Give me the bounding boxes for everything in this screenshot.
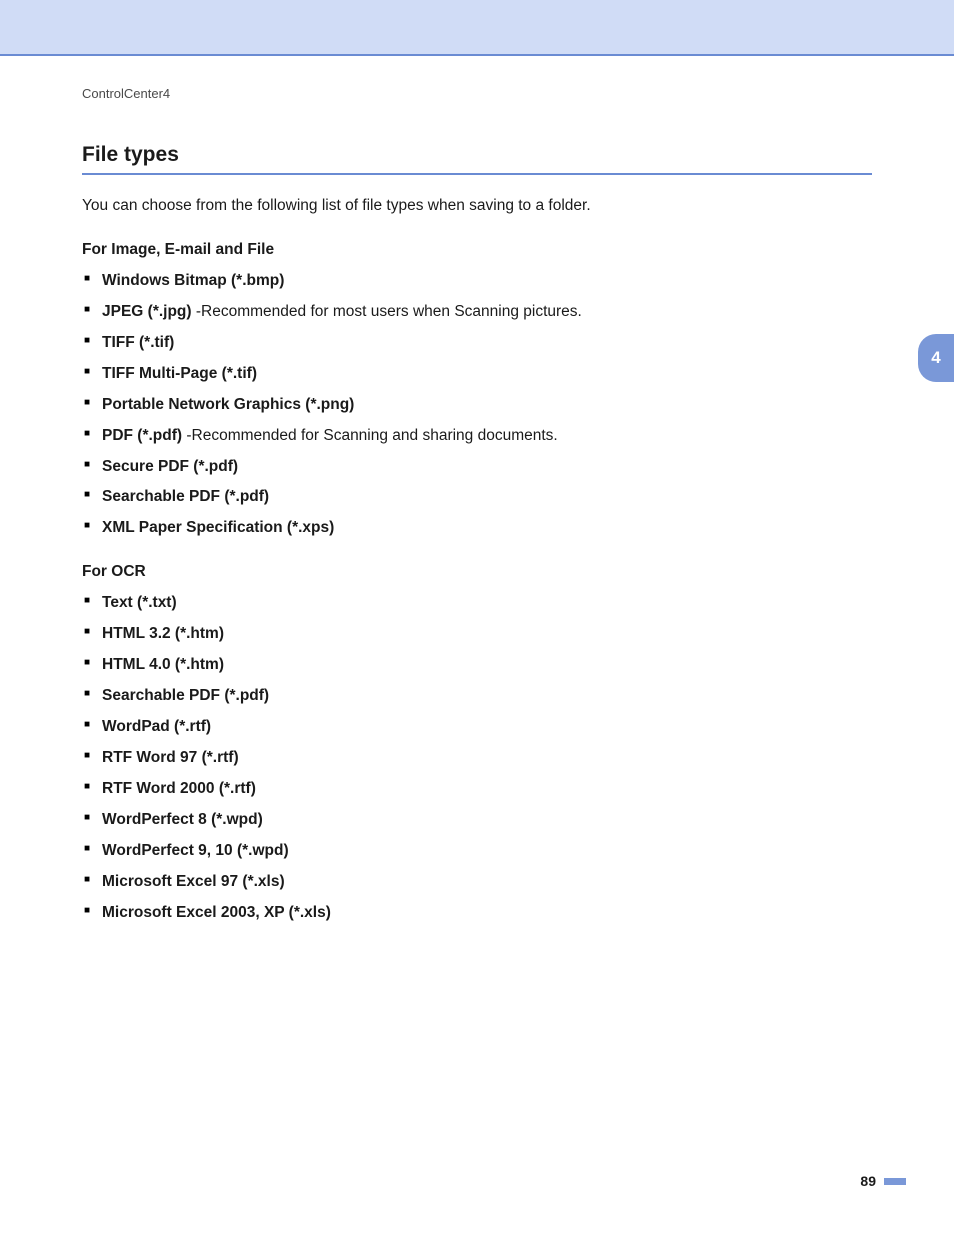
list-item-bold: HTML 3.2 (*.htm)	[102, 625, 224, 642]
list-item-bold: XML Paper Specification (*.xps)	[102, 519, 334, 536]
list-item-rest: -Recommended for Scanning and sharing do…	[182, 427, 558, 444]
group2-heading: For OCR	[82, 563, 872, 581]
list-item: Microsoft Excel 2003, XP (*.xls)	[82, 903, 872, 924]
list-item: Portable Network Graphics (*.png)	[82, 395, 872, 416]
chapter-number: 4	[931, 348, 940, 368]
list-item: Microsoft Excel 97 (*.xls)	[82, 872, 872, 893]
list-item-bold: Portable Network Graphics (*.png)	[102, 396, 354, 413]
list-item: Text (*.txt)	[82, 593, 872, 614]
list-item-rest: -Recommended for most users when Scannin…	[192, 303, 582, 320]
list-item: WordPad (*.rtf)	[82, 717, 872, 738]
list-item-bold: Secure PDF (*.pdf)	[102, 458, 238, 475]
list-item-bold: WordPerfect 8 (*.wpd)	[102, 811, 263, 828]
list-item: Searchable PDF (*.pdf)	[82, 487, 872, 508]
list-item: WordPerfect 9, 10 (*.wpd)	[82, 841, 872, 862]
list-item: PDF (*.pdf) -Recommended for Scanning an…	[82, 426, 872, 447]
header-label: ControlCenter4	[82, 86, 872, 101]
list-item-bold: RTF Word 97 (*.rtf)	[102, 749, 239, 766]
list-item-bold: Searchable PDF (*.pdf)	[102, 687, 269, 704]
list-item-bold: TIFF (*.tif)	[102, 334, 174, 351]
list-item: HTML 3.2 (*.htm)	[82, 624, 872, 645]
list-item-bold: Text (*.txt)	[102, 594, 177, 611]
list-item: TIFF (*.tif)	[82, 333, 872, 354]
page-number: 89	[860, 1173, 876, 1189]
list-item: JPEG (*.jpg) -Recommended for most users…	[82, 302, 872, 323]
list-item: HTML 4.0 (*.htm)	[82, 655, 872, 676]
list-item-bold: JPEG (*.jpg)	[102, 303, 192, 320]
page-content: ControlCenter4 File types You can choose…	[0, 56, 954, 923]
list-item: WordPerfect 8 (*.wpd)	[82, 810, 872, 831]
section-title: File types	[82, 143, 872, 175]
list-item: Secure PDF (*.pdf)	[82, 457, 872, 478]
top-banner	[0, 0, 954, 56]
list-item-bold: RTF Word 2000 (*.rtf)	[102, 780, 256, 797]
list-item: XML Paper Specification (*.xps)	[82, 518, 872, 539]
list-item: Windows Bitmap (*.bmp)	[82, 271, 872, 292]
page-footer: 89	[860, 1173, 906, 1189]
group1-heading: For Image, E-mail and File	[82, 241, 872, 259]
list-item: Searchable PDF (*.pdf)	[82, 686, 872, 707]
list-item-bold: PDF (*.pdf)	[102, 427, 182, 444]
list-item-bold: HTML 4.0 (*.htm)	[102, 656, 224, 673]
list-item-bold: TIFF Multi-Page (*.tif)	[102, 365, 257, 382]
list-item-bold: Microsoft Excel 97 (*.xls)	[102, 873, 285, 890]
list-item: RTF Word 97 (*.rtf)	[82, 748, 872, 769]
group2-list: Text (*.txt) HTML 3.2 (*.htm) HTML 4.0 (*.…	[82, 593, 872, 923]
list-item-bold: Searchable PDF (*.pdf)	[102, 488, 269, 505]
footer-accent	[884, 1178, 906, 1185]
list-item-bold: Windows Bitmap (*.bmp)	[102, 272, 284, 289]
list-item-bold: WordPad (*.rtf)	[102, 718, 211, 735]
list-item-bold: Microsoft Excel 2003, XP (*.xls)	[102, 904, 331, 921]
intro-text: You can choose from the following list o…	[82, 197, 872, 215]
list-item-bold: WordPerfect 9, 10 (*.wpd)	[102, 842, 289, 859]
chapter-tab: 4	[918, 334, 954, 382]
group1-list: Windows Bitmap (*.bmp) JPEG (*.jpg) -Reco…	[82, 271, 872, 539]
list-item: RTF Word 2000 (*.rtf)	[82, 779, 872, 800]
list-item: TIFF Multi-Page (*.tif)	[82, 364, 872, 385]
